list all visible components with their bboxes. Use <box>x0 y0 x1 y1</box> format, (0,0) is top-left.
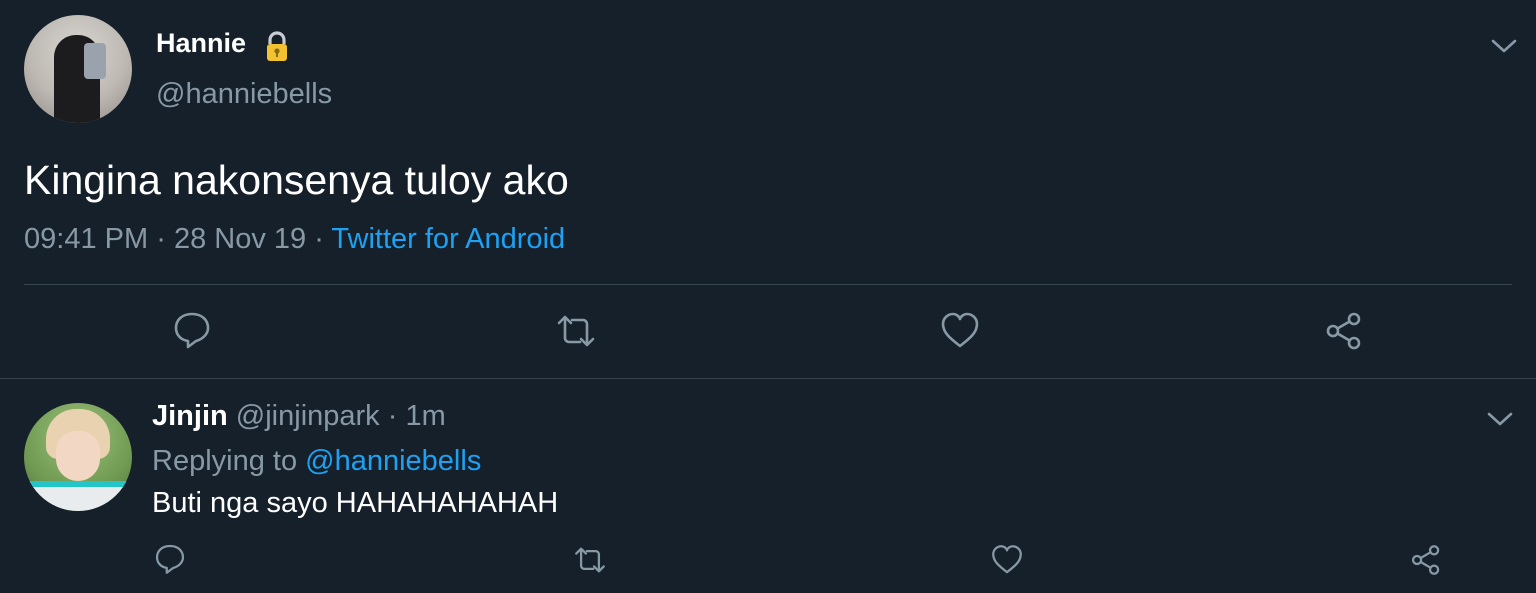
tweet-date: 28 Nov 19 <box>173 223 307 255</box>
reply-author-name[interactable]: Jinjin <box>152 400 228 432</box>
author-avatar[interactable] <box>24 15 132 123</box>
replying-mention-link[interactable]: @hanniebells <box>305 445 481 477</box>
retweet-icon[interactable] <box>555 310 597 352</box>
reply-icon[interactable] <box>153 542 187 576</box>
share-icon[interactable] <box>1409 543 1443 577</box>
reply-author-avatar[interactable] <box>24 403 132 511</box>
reply-age: 1m <box>405 400 446 432</box>
meta-separator: · <box>156 223 166 255</box>
meta-separator: · <box>314 223 324 255</box>
reply-header: Jinjin @jinjinpark · 1m <box>152 400 446 433</box>
tweet-text: Kingina nakonsenya tuloy ako <box>24 157 569 203</box>
share-icon[interactable] <box>1323 310 1365 352</box>
chevron-down-icon[interactable] <box>1489 36 1519 56</box>
section-divider <box>0 378 1536 379</box>
author-name[interactable]: Hannie <box>156 28 246 59</box>
reply-author-handle[interactable]: @jinjinpark <box>236 400 380 432</box>
replying-to: Replying to @hanniebells <box>152 445 481 478</box>
meta-separator: · <box>387 400 398 432</box>
tweet-meta: 09:41 PM · 28 Nov 19 · Twitter for Andro… <box>24 223 565 256</box>
avatar-shirt <box>24 481 132 511</box>
heart-icon[interactable] <box>939 310 981 352</box>
avatar-face <box>56 431 100 481</box>
avatar-phone <box>84 43 106 79</box>
lock-icon <box>262 31 292 63</box>
heart-icon[interactable] <box>990 543 1024 577</box>
tweet-time: 09:41 PM <box>24 223 149 255</box>
author-handle[interactable]: @hanniebells <box>156 78 332 111</box>
reply-icon[interactable] <box>171 309 213 351</box>
reply-text: Buti nga sayo HAHAHAHAHAH <box>152 487 559 519</box>
tweet-source-link[interactable]: Twitter for Android <box>331 223 565 255</box>
replying-label: Replying to <box>152 445 298 477</box>
chevron-down-icon[interactable] <box>1485 409 1515 429</box>
retweet-icon[interactable] <box>573 543 607 577</box>
divider <box>24 284 1512 285</box>
